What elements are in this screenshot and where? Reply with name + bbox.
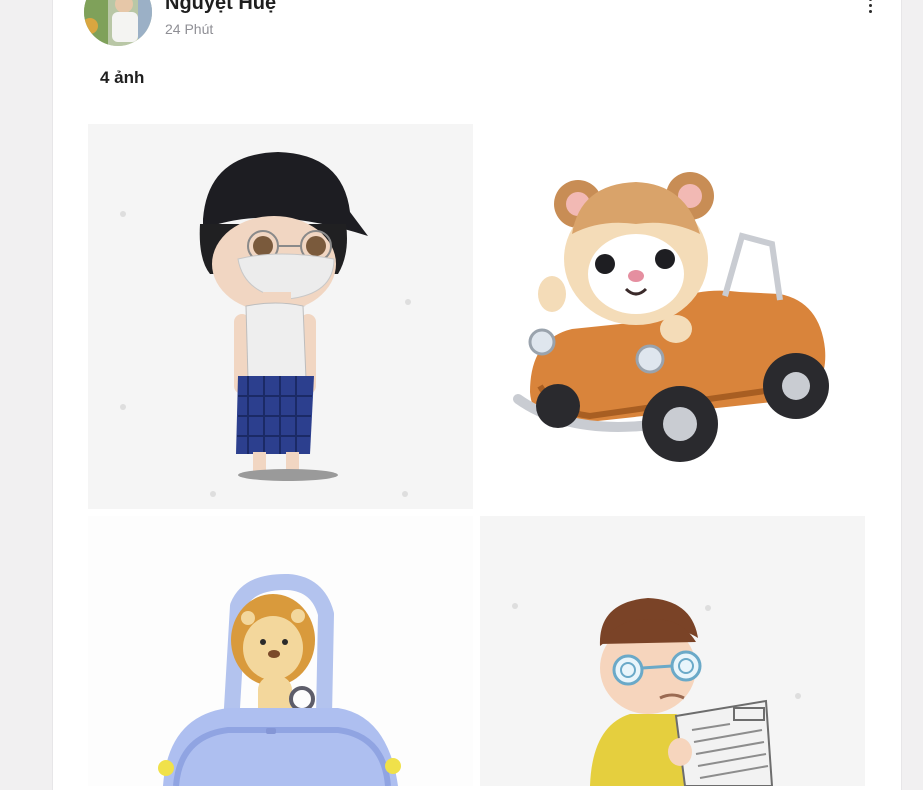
newspaper-boy-image <box>512 598 801 786</box>
post-photo-2[interactable] <box>480 124 865 509</box>
more-vertical-icon[interactable] <box>862 0 878 16</box>
boy-cartoon-image <box>120 152 411 497</box>
menu-dot <box>868 0 872 1</box>
post-photo-3[interactable] <box>88 516 473 786</box>
menu-dot <box>868 3 872 7</box>
author-name[interactable]: Nguyệt Huệ <box>165 0 276 15</box>
lion-car-image <box>158 573 401 786</box>
post-photo-4[interactable] <box>480 516 865 786</box>
hamster-car-image <box>513 172 829 462</box>
photo-count: 4 ảnh <box>100 68 145 87</box>
post-photo-1[interactable] <box>88 124 473 509</box>
post-timestamp: 24 Phút <box>165 21 214 37</box>
menu-dot <box>868 9 872 13</box>
